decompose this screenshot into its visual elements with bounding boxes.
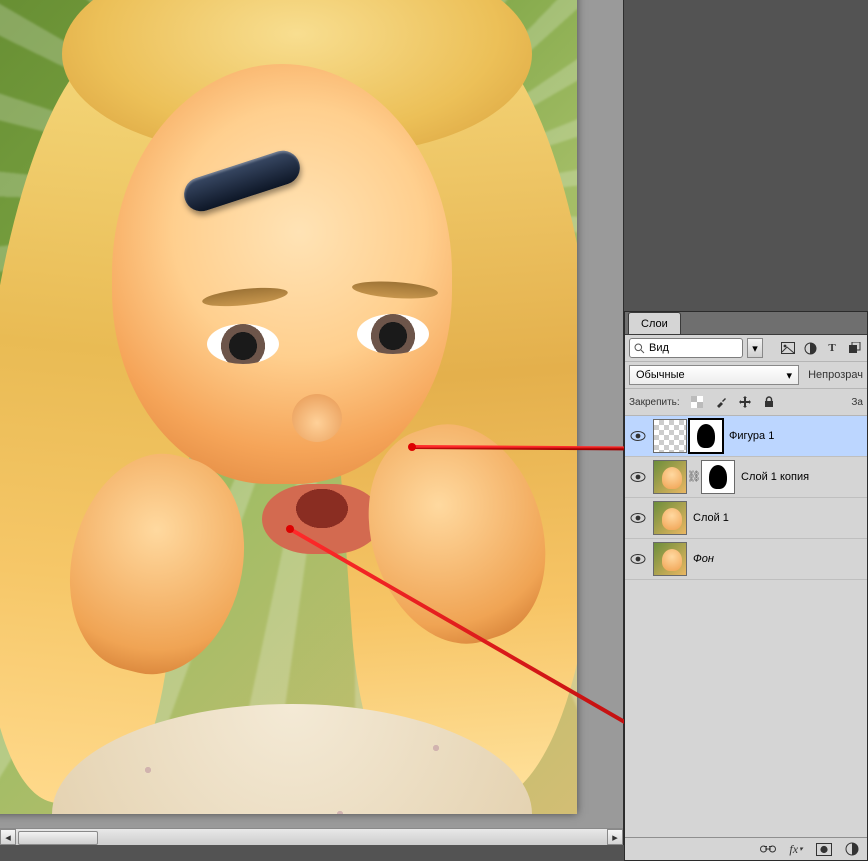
face [112,64,452,484]
layer-name[interactable]: Слой 1 копия [741,471,809,483]
lock-label: Закрепить: [629,397,680,408]
tab-layers-label: Слои [641,318,668,330]
tab-layers[interactable]: Слои [628,312,681,334]
shape-icon [848,342,861,355]
eye-icon [630,553,646,565]
document-canvas-area: ◂ ▸ [0,0,624,845]
link-layers-button[interactable] [759,840,777,858]
layer-filter-kind[interactable]: Вид [629,338,743,358]
layer-name[interactable]: Фигура 1 [729,430,774,442]
eye-icon [630,430,646,442]
chevron-down-icon: ▾ [799,845,803,853]
nose [292,394,342,442]
dress [52,704,532,814]
visibility-toggle[interactable] [629,509,647,527]
layer-thumbnails [653,419,723,453]
lock-icon [764,396,774,408]
mouth [262,484,382,554]
layer-thumbnails: ⛓ [653,460,735,494]
panel-tabbar: Слои [625,312,867,335]
eye-icon [630,471,646,483]
layer-filter-row: Вид ▾ T [625,335,867,362]
add-mask-icon [816,843,832,856]
layers-panel: Слои Вид ▾ T Обычные ▾ Непрозрач Закрепи… [624,311,868,861]
type-icon: T [828,342,835,354]
filter-adjust-icon[interactable] [801,339,819,357]
layer-thumbnail[interactable] [653,419,687,453]
blend-mode-value: Обычные [636,369,685,381]
filter-type-icon[interactable]: T [823,339,841,357]
lock-pixels-icon[interactable] [712,393,730,411]
fill-label: За [851,397,863,408]
visibility-toggle[interactable] [629,468,647,486]
new-adjustment-layer-button[interactable] [843,840,861,858]
blend-opacity-row: Обычные ▾ Непрозрач [625,362,867,389]
chevron-down-icon: ▾ [786,369,792,382]
visibility-toggle[interactable] [629,550,647,568]
scroll-right-button[interactable]: ▸ [607,829,623,845]
search-icon [634,343,645,354]
layer-mask-thumbnail[interactable] [689,419,723,453]
eye-icon [630,512,646,524]
scroll-thumb[interactable] [18,831,98,845]
image-canvas[interactable] [0,0,577,814]
layer-mask-thumbnail[interactable] [701,460,735,494]
image-icon [781,342,795,354]
layer-thumbnail[interactable] [653,501,687,535]
filter-kind-dropdown[interactable]: ▾ [747,338,763,358]
lock-transparent-icon[interactable] [688,393,706,411]
move-icon [739,396,751,408]
lock-fill-row: Закрепить: За [625,389,867,416]
layer-filter-kind-label: Вид [649,342,669,354]
lock-all-icon[interactable] [760,393,778,411]
mask-link-icon[interactable]: ⛓ [689,460,699,492]
eye-right [357,314,429,354]
scroll-left-button[interactable]: ◂ [0,829,16,845]
chevron-down-icon: ▾ [752,342,758,355]
fx-icon: fx [789,842,798,857]
eye-left [207,324,279,364]
filter-pixel-icon[interactable] [779,339,797,357]
layer-name[interactable]: Фон [693,553,714,565]
layer-name[interactable]: Слой 1 [693,512,729,524]
filter-shape-icon[interactable] [845,339,863,357]
visibility-toggle[interactable] [629,427,647,445]
layer-row[interactable]: Слой 1 [625,498,867,539]
scroll-track[interactable] [16,829,607,845]
brush-icon [715,396,727,408]
layer-thumbnails [653,542,687,576]
layer-thumbnail[interactable] [653,460,687,494]
new-adjustment-layer-icon [845,842,859,856]
checker-icon [691,396,703,408]
opacity-label: Непрозрач [808,369,863,381]
link-icon [760,844,776,854]
layer-thumbnails [653,501,687,535]
layer-row[interactable]: ⛓ Слой 1 копия [625,457,867,498]
lock-position-icon[interactable] [736,393,754,411]
adjust-icon [804,342,817,355]
add-mask-button[interactable] [815,840,833,858]
layer-row[interactable]: Фон [625,539,867,580]
layer-style-button[interactable]: fx▾ [787,840,805,858]
layer-thumbnail[interactable] [653,542,687,576]
blend-mode-select[interactable]: Обычные ▾ [629,365,799,385]
horizontal-scrollbar[interactable]: ◂ ▸ [0,828,623,845]
layer-row[interactable]: Фигура 1 [625,416,867,457]
layers-list: Фигура 1 ⛓ Слой 1 копия Слой 1 Фон [625,416,867,580]
panel-bottom-bar: fx▾ [625,837,867,860]
